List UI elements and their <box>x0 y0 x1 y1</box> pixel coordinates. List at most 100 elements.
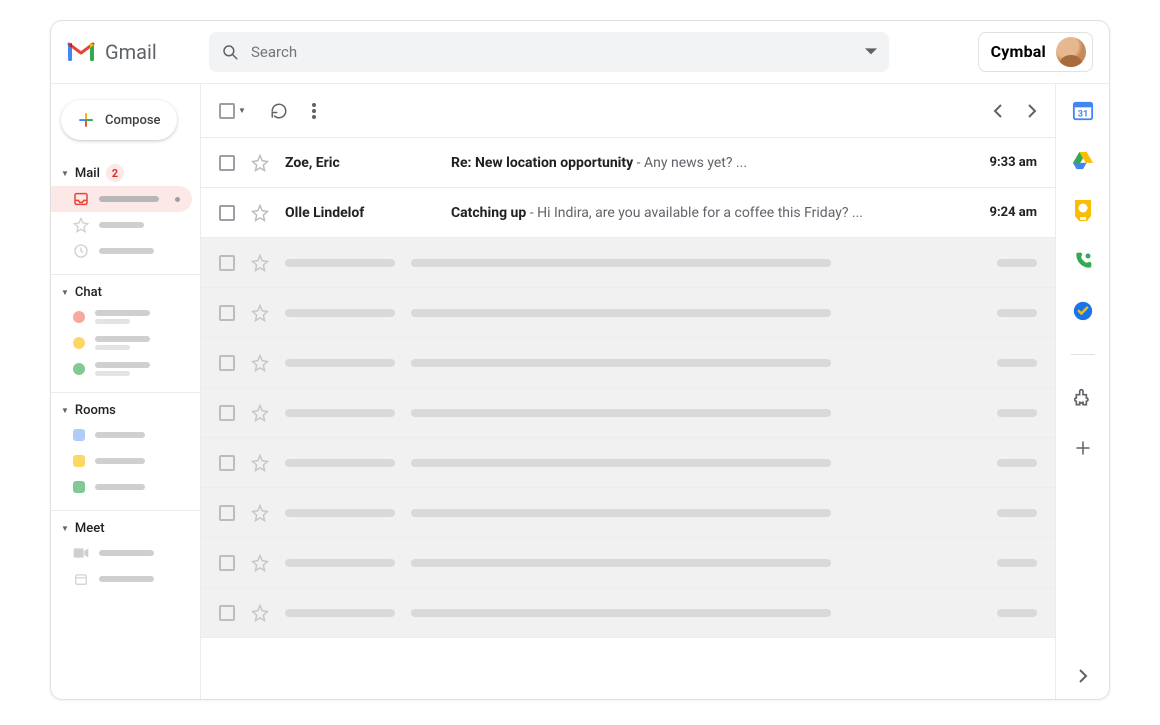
star-button[interactable] <box>251 204 269 222</box>
collapse-panel-icon[interactable] <box>1072 665 1094 687</box>
email-row[interactable]: Olle Lindelof Catching up - Hi Indira, a… <box>201 188 1055 238</box>
row-checkbox[interactable] <box>219 155 235 171</box>
search-options-dropdown-icon[interactable] <box>865 46 877 58</box>
email-subject-preview: Re: New location opportunity - Any news … <box>451 155 961 171</box>
email-row[interactable]: Zoe, Eric Re: New location opportunity -… <box>201 138 1055 188</box>
star-outline-icon <box>251 354 269 372</box>
email-row-placeholder <box>201 338 1055 388</box>
page-next-button[interactable] <box>1027 103 1037 119</box>
placeholder-sender <box>285 609 395 617</box>
email-row-placeholder <box>201 288 1055 338</box>
room-item[interactable] <box>51 422 200 448</box>
placeholder-time <box>997 559 1037 567</box>
placeholder-body <box>411 259 831 267</box>
nav-head-meet[interactable]: ▼ Meet <box>51 517 200 540</box>
refresh-button[interactable] <box>270 102 288 120</box>
placeholder-body <box>411 359 831 367</box>
placeholder-sender <box>285 459 395 467</box>
mail-unread-badge: 2 <box>106 164 124 182</box>
placeholder-body <box>411 409 831 417</box>
presence-dot-icon <box>73 363 85 375</box>
nav-section-rooms: ▼ Rooms <box>51 393 200 511</box>
placeholder-time <box>997 309 1037 317</box>
row-checkbox <box>219 455 235 471</box>
search-input[interactable] <box>251 43 853 61</box>
room-label <box>95 432 145 438</box>
room-item[interactable] <box>51 448 200 474</box>
room-item[interactable] <box>51 474 200 500</box>
nav-item-starred[interactable] <box>51 212 200 238</box>
nav-item-label <box>99 222 144 228</box>
add-panel-icon[interactable] <box>1072 437 1094 459</box>
placeholder-body <box>411 309 831 317</box>
placeholder-time <box>997 459 1037 467</box>
list-toolbar: ▼ <box>201 84 1055 138</box>
side-panel: 31 <box>1055 84 1109 699</box>
placeholder-time <box>997 509 1037 517</box>
caret-down-icon: ▼ <box>61 524 69 533</box>
meet-join-meeting[interactable] <box>51 566 200 592</box>
nav-label-meet: Meet <box>75 521 105 536</box>
placeholder-body <box>411 609 831 617</box>
svg-text:31: 31 <box>1077 110 1088 120</box>
divider <box>1071 354 1095 355</box>
page-prev-button[interactable] <box>993 103 1003 119</box>
nav-head-rooms[interactable]: ▼ Rooms <box>51 399 200 422</box>
meet-label <box>99 576 154 582</box>
chat-contact[interactable] <box>51 356 200 382</box>
email-subject-preview: Catching up - Hi Indira, are you availab… <box>451 205 961 221</box>
logo[interactable]: Gmail <box>67 40 197 64</box>
star-outline-icon <box>73 217 89 233</box>
chat-label <box>95 310 150 324</box>
nav-item-inbox[interactable] <box>51 186 192 212</box>
drive-icon[interactable] <box>1072 150 1094 172</box>
chat-contact[interactable] <box>51 330 200 356</box>
room-label <box>95 484 145 490</box>
meet-label <box>99 550 154 556</box>
row-checkbox <box>219 405 235 421</box>
star-outline-icon <box>251 454 269 472</box>
compose-label: Compose <box>105 113 161 128</box>
star-outline-icon <box>251 304 269 322</box>
keep-icon[interactable] <box>1072 200 1094 222</box>
star-button[interactable] <box>251 154 269 172</box>
nav-head-chat[interactable]: ▼ Chat <box>51 281 200 304</box>
presence-dot-icon <box>73 311 85 323</box>
nav-label-chat: Chat <box>75 285 102 300</box>
nav-label-rooms: Rooms <box>75 403 116 418</box>
nav-label-mail: Mail <box>75 166 100 181</box>
gmail-logo-icon <box>67 41 95 63</box>
nav-item-snoozed[interactable] <box>51 238 200 264</box>
email-row-placeholder <box>201 488 1055 538</box>
placeholder-time <box>997 409 1037 417</box>
placeholder-body <box>411 459 831 467</box>
avatar[interactable] <box>1056 37 1086 67</box>
sidebar: Compose ▼ Mail 2 <box>51 84 201 699</box>
room-color-icon <box>73 429 85 441</box>
brand-name: Cymbal <box>991 42 1046 61</box>
star-outline-icon <box>251 504 269 522</box>
chat-contact[interactable] <box>51 304 200 330</box>
select-all-checkbox[interactable]: ▼ <box>219 103 246 119</box>
email-row-placeholder <box>201 588 1055 638</box>
compose-button[interactable]: Compose <box>61 100 177 140</box>
tasks-icon[interactable] <box>1072 300 1094 322</box>
more-button[interactable] <box>312 103 316 119</box>
calendar-icon[interactable]: 31 <box>1072 100 1094 122</box>
email-row-placeholder <box>201 538 1055 588</box>
meet-new-meeting[interactable] <box>51 540 200 566</box>
addons-icon[interactable] <box>1072 387 1094 409</box>
placeholder-sender <box>285 259 395 267</box>
star-outline-icon <box>251 254 269 272</box>
placeholder-sender <box>285 559 395 567</box>
email-row-placeholder <box>201 388 1055 438</box>
inbox-icon <box>73 191 89 207</box>
voice-icon[interactable] <box>1072 250 1094 272</box>
placeholder-sender <box>285 309 395 317</box>
placeholder-sender <box>285 359 395 367</box>
search-box[interactable] <box>209 32 889 72</box>
account-brand[interactable]: Cymbal <box>978 32 1093 72</box>
nav-head-mail[interactable]: ▼ Mail 2 <box>51 160 200 186</box>
nav-section-mail: ▼ Mail 2 <box>51 154 200 275</box>
row-checkbox[interactable] <box>219 205 235 221</box>
